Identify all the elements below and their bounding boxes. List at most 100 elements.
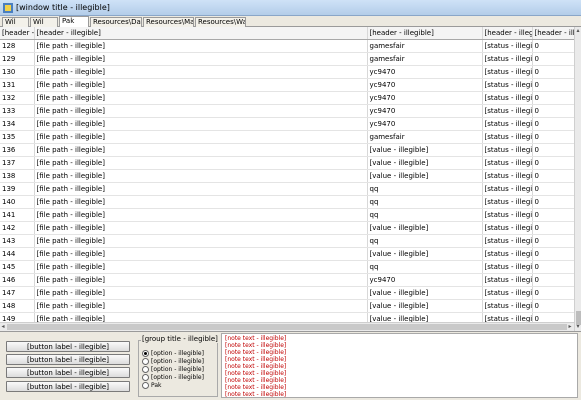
app-icon [3,3,13,13]
cell-password: yc9470 [367,117,483,131]
cell-index: 141 [0,208,35,222]
radio-group-title: [group title - illegible] [141,335,219,343]
radio-selected-icon[interactable] [142,350,149,357]
scroll-down-arrow-icon[interactable]: ▾ [575,323,581,330]
radio-unselected-icon[interactable] [142,358,149,365]
table-row[interactable]: 129 [file path - illegible] gamesfair [stat… [0,52,574,66]
cell-file-path: [file path - illegible] [34,299,368,313]
cell-file-path: [file path - illegible] [34,156,368,170]
tab-wil-1[interactable]: Wil [2,17,29,27]
radio-option-1[interactable]: [option - illegible] [142,350,204,358]
table-row[interactable]: 147 [file path - illegible] [value - illeg… [0,286,574,300]
note-line: [note text - illegible] [225,356,287,363]
radio-unselected-icon[interactable] [142,366,149,373]
scroll-left-arrow-icon[interactable]: ◂ [0,323,6,330]
cell-type: 0 [532,104,574,118]
cell-index: 130 [0,65,35,79]
cell-password: [value - illegible] [367,221,483,235]
radio-unselected-icon[interactable] [142,374,149,381]
title-bar: [window title - illegible] [0,0,581,16]
table-row[interactable]: 146 [file path - illegible] yc9470 [status … [0,273,574,287]
cell-status: [status - illegible] [482,117,533,131]
note-line: [note text - illegible] [225,349,287,356]
cell-index: 133 [0,104,35,118]
table-row[interactable]: 136 [file path - illegible] [value - illeg… [0,143,574,157]
column-header-index[interactable]: [header - illegible] [0,27,35,40]
cell-status: [status - illegible] [482,65,533,79]
tab-resources-map[interactable]: Resources\Map [143,17,194,27]
cell-status: [status - illegible] [482,78,533,92]
cell-file-path: [file path - illegible] [34,195,368,209]
cell-status: [status - illegible] [482,104,533,118]
tab-resources-wav[interactable]: Resources\Wav [195,17,246,27]
table-row[interactable]: 134 [file path - illegible] yc9470 [status … [0,117,574,131]
note-line: [note text - illegible] [225,342,287,349]
radio-option-pak[interactable]: Pak [142,382,162,390]
cell-type: 0 [532,260,574,274]
cell-index: 143 [0,234,35,248]
note-line: [note text - illegible] [225,391,287,398]
scroll-right-arrow-icon[interactable]: ▸ [567,323,573,330]
action-button-2[interactable]: [button label - illegible] [6,354,130,365]
table-row[interactable]: 130 [file path - illegible] yc9470 [status … [0,65,574,79]
note-line: [note text - illegible] [225,377,287,384]
tab-resources-data[interactable]: Resources\Data [90,17,142,27]
tab-pak[interactable]: Pak [59,16,89,27]
radio-option-4[interactable]: [option - illegible] [142,374,204,382]
cell-index: 145 [0,260,35,274]
save-button[interactable]: [button label - illegible] [6,381,130,392]
column-header-status[interactable]: [header - illegible] [482,27,533,40]
cell-password: qq [367,234,483,248]
column-header-type[interactable]: [header - illegible] [532,27,574,40]
cell-file-path: [file path - illegible] [34,78,368,92]
cell-status: [status - illegible] [482,286,533,300]
cell-index: 139 [0,182,35,196]
cell-index: 144 [0,247,35,261]
cell-index: 134 [0,117,35,131]
table-row[interactable]: 145 [file path - illegible] qq [status - il… [0,260,574,274]
cell-status: [status - illegible] [482,143,533,157]
scroll-up-arrow-icon[interactable]: ▴ [575,27,581,34]
cell-type: 0 [532,195,574,209]
cell-type: 0 [532,52,574,66]
table-row[interactable]: 141 [file path - illegible] qq [status - il… [0,208,574,222]
radio-option-3[interactable]: [option - illegible] [142,366,204,374]
table-row[interactable]: 131 [file path - illegible] yc9470 [status … [0,78,574,92]
file-table: [header - illegible] [header - illegible… [0,27,574,331]
cell-index: 142 [0,221,35,235]
action-button-1[interactable]: [button label - illegible] [6,341,130,352]
radio-unselected-icon[interactable] [142,382,149,389]
table-row[interactable]: 148 [file path - illegible] [value - illeg… [0,299,574,313]
action-button-3[interactable]: [button label - illegible] [6,367,130,378]
cell-index: 132 [0,91,35,105]
table-row[interactable]: 138 [file path - illegible] [value - illeg… [0,169,574,183]
table-row[interactable]: 139 [file path - illegible] qq [status - il… [0,182,574,196]
table-row[interactable]: 135 [file path - illegible] gamesfair [stat… [0,130,574,144]
tab-wil-2[interactable]: Wil [30,17,58,27]
cell-status: [status - illegible] [482,182,533,196]
cell-index: 137 [0,156,35,170]
table-row[interactable]: 144 [file path - illegible] [value - illeg… [0,247,574,261]
cell-type: 0 [532,299,574,313]
table-row[interactable]: 142 [file path - illegible] [value - illeg… [0,221,574,235]
cell-file-path: [file path - illegible] [34,260,368,274]
instructions-panel: [note text - illegible] [note text - ill… [221,333,578,398]
table-row[interactable]: 140 [file path - illegible] qq [status - il… [0,195,574,209]
table-row[interactable]: 128 [file path - illegible] gamesfair [stat… [0,39,574,53]
table-row[interactable]: 132 [file path - illegible] yc9470 [status … [0,91,574,105]
cell-type: 0 [532,221,574,235]
column-header-file[interactable]: [header - illegible] [34,27,368,40]
cell-status: [status - illegible] [482,156,533,170]
cell-file-path: [file path - illegible] [34,169,368,183]
table-row[interactable]: 133 [file path - illegible] yc9470 [status … [0,104,574,118]
column-header-password[interactable]: [header - illegible] [367,27,483,40]
radio-option-2[interactable]: [option - illegible] [142,358,204,366]
vertical-scrollbar[interactable]: ▴ ▾ [574,27,581,331]
cell-status: [status - illegible] [482,169,533,183]
horizontal-scrollbar[interactable]: ◂ ▸ [0,322,574,331]
table-row[interactable]: 137 [file path - illegible] [value - illeg… [0,156,574,170]
cell-file-path: [file path - illegible] [34,117,368,131]
horizontal-scroll-thumb[interactable] [7,324,567,330]
table-row[interactable]: 143 [file path - illegible] qq [status - il… [0,234,574,248]
note-line: [note text - illegible] [225,384,287,391]
